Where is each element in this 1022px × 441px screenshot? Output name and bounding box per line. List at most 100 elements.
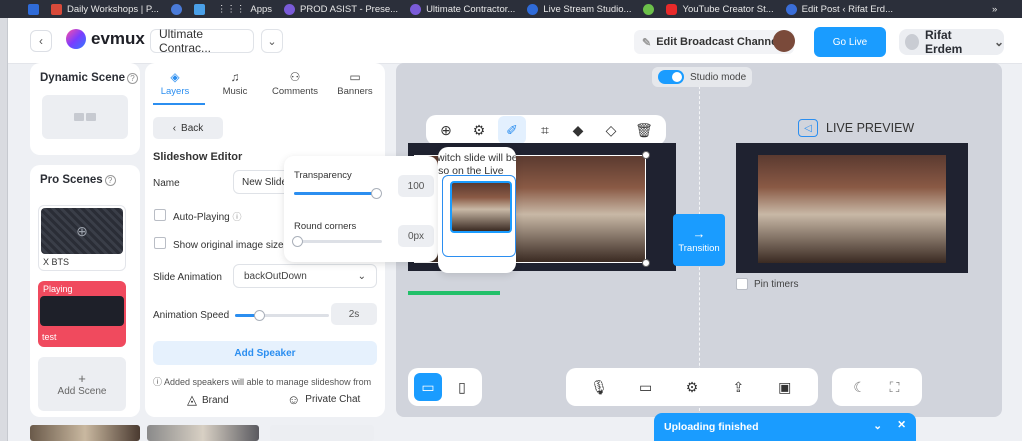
slider-knob[interactable] xyxy=(292,236,303,247)
brush-icon[interactable]: ✐ xyxy=(498,116,526,144)
layer-up-icon[interactable]: ◆ xyxy=(564,116,592,144)
speaker-note: ⓘ Added speakers will able to manage sli… xyxy=(153,377,372,387)
tab-comments[interactable]: ⚇ Comments xyxy=(265,63,325,103)
settings-icon[interactable]: ⚙ xyxy=(678,373,706,401)
camera-icon[interactable]: ▭ xyxy=(632,373,660,401)
animation-speed-label: Animation Speed xyxy=(153,310,230,321)
show-original-size-checkbox[interactable] xyxy=(154,237,166,249)
speaker-icon[interactable]: ◁ xyxy=(798,119,818,137)
moon-icon[interactable]: ☾ xyxy=(846,373,874,401)
bookmarks-bar: Daily Workshops | P... ⋮⋮⋮ Apps PROD ASIS… xyxy=(0,0,1022,18)
media-thumbnail[interactable] xyxy=(147,425,259,441)
private-chat-button[interactable]: ☺ Private Chat xyxy=(287,392,360,407)
pin-timers-checkbox[interactable] xyxy=(736,278,748,290)
auto-playing-label: Auto-Playing ⓘ xyxy=(173,212,242,223)
arrow-right-icon: → xyxy=(692,226,706,241)
tooltip-thumb-frame xyxy=(442,175,516,257)
dynamic-scene-thumbnail[interactable] xyxy=(42,95,128,139)
back-button[interactable]: ‹ xyxy=(30,30,52,52)
help-icon[interactable]: ? xyxy=(104,175,116,186)
slide-animation-label: Slide Animation xyxy=(153,272,222,283)
media-thumbnail[interactable] xyxy=(30,425,140,441)
close-icon[interactable]: ✕ xyxy=(897,419,906,431)
layer-down-icon[interactable]: ◇ xyxy=(597,116,625,144)
pin-timers-label: Pin timers xyxy=(754,279,799,290)
crop-icon[interactable]: ⌗ xyxy=(531,116,559,144)
slide-animation-select[interactable]: backOutDown ⌄ xyxy=(233,264,377,288)
resize-handle[interactable] xyxy=(642,259,650,267)
round-corners-slider[interactable] xyxy=(292,236,382,247)
brand-button[interactable]: ◬ Brand xyxy=(187,392,229,408)
bookmark-item[interactable] xyxy=(193,3,205,15)
gear-icon[interactable]: ⚙ xyxy=(465,116,493,144)
go-live-button[interactable]: Go Live xyxy=(814,27,886,57)
bookmark-label: Ultimate Contractor... xyxy=(426,3,516,15)
scene-thumbnail-playing[interactable]: Playing test xyxy=(38,281,126,347)
resize-handle[interactable] xyxy=(642,151,650,159)
bookmark-item[interactable] xyxy=(28,3,39,15)
animation-speed-slider[interactable] xyxy=(235,310,329,321)
layer-toolbar: ⊕ ⚙ ✐ ⌗ ◆ ◇ 🗑 xyxy=(426,115,666,145)
media-thumbnail[interactable] xyxy=(270,425,374,441)
slider-knob[interactable] xyxy=(253,310,265,321)
dynamic-scene-card: Dynamic Scene? xyxy=(30,63,140,155)
studio-mode-toggle[interactable] xyxy=(658,70,684,84)
show-original-size-label: Show original image size ⓘ xyxy=(173,238,295,251)
user-name: Rifat Erdem xyxy=(925,28,963,56)
user-menu[interactable]: Rifat Erdem ⌄ xyxy=(899,28,1004,56)
bookmark-item[interactable]: Live Stream Studio... xyxy=(527,3,631,15)
auto-playing-checkbox[interactable] xyxy=(154,209,166,221)
bookmark-item[interactable]: PROD ASIST - Prese... xyxy=(284,3,399,15)
pro-scenes-card: Pro Scenes? ⊕ X BTS Playing test + Add S… xyxy=(30,165,140,417)
bookmark-icon xyxy=(193,3,205,15)
project-dropdown-button[interactable]: ⌄ xyxy=(261,29,283,53)
style-popover: Transparency 100 Round corners 0px xyxy=(284,156,438,262)
bookmark-item[interactable]: Ultimate Contractor... xyxy=(410,3,516,15)
music-icon: ♫ xyxy=(230,69,240,84)
microphone-icon[interactable]: 🎙 xyxy=(585,373,613,401)
pencil-icon: ✎ xyxy=(642,36,652,49)
trash-icon[interactable]: 🗑 xyxy=(630,116,658,144)
bookmark-item[interactable] xyxy=(170,3,182,15)
editor-back-button[interactable]: ‹ Back xyxy=(153,117,223,139)
add-scene-button[interactable]: + Add Scene xyxy=(38,357,126,411)
bookmark-label: PROD ASIST - Prese... xyxy=(300,3,399,15)
edit-broadcast-channels-label: Edit Broadcast Channels xyxy=(656,36,787,48)
help-icon[interactable]: ⓘ xyxy=(232,212,241,222)
animation-speed-value: 2s xyxy=(331,303,377,325)
youtube-icon xyxy=(666,3,678,15)
help-icon[interactable]: ? xyxy=(127,73,139,84)
add-speaker-button[interactable]: Add Speaker xyxy=(153,341,377,365)
scene-thumbnail[interactable]: ⊕ X BTS xyxy=(38,205,126,271)
fullscreen-icon[interactable]: ⛶ xyxy=(881,373,909,401)
transition-button[interactable]: → Transition xyxy=(673,214,725,266)
bookmark-item[interactable]: Edit Post ‹ Rifat Erd... xyxy=(785,3,893,15)
share-screen-icon[interactable]: ⇪ xyxy=(724,373,752,401)
bookmark-icon xyxy=(284,3,296,15)
studio-mode-pill[interactable]: Studio mode xyxy=(652,67,752,87)
toast-text: Uploading finished xyxy=(664,421,759,433)
tab-music[interactable]: ♫ Music xyxy=(205,63,265,103)
channel-avatar[interactable] xyxy=(773,30,795,52)
tab-layers[interactable]: ◈ Layers xyxy=(145,63,205,103)
tab-banners[interactable]: ▭ Banners xyxy=(325,63,385,103)
studio-mode-label: Studio mode xyxy=(690,71,747,83)
edit-broadcast-channels-button[interactable]: ✎ Edit Broadcast Channels xyxy=(634,30,795,54)
bookmark-item[interactable]: YouTube Creator St... xyxy=(666,3,774,15)
bookmark-item[interactable]: ⋮⋮⋮ Apps xyxy=(217,4,272,15)
bookmark-item[interactable] xyxy=(643,3,655,15)
desktop-icon[interactable]: ▭ xyxy=(414,373,442,401)
bookmarks-more[interactable]: » xyxy=(992,4,997,15)
chevron-down-icon[interactable]: ⌄ xyxy=(873,420,882,432)
round-corners-label: Round corners xyxy=(294,221,357,232)
transparency-slider[interactable] xyxy=(294,188,382,199)
target-icon[interactable]: ⊕ xyxy=(432,116,460,144)
brand-icon: ◬ xyxy=(187,392,197,407)
comments-icon: ⚇ xyxy=(289,69,301,84)
bookmark-item[interactable]: Daily Workshops | P... xyxy=(51,3,159,15)
project-name[interactable]: Ultimate Contrac... xyxy=(150,27,254,55)
media-icon[interactable]: ▣ xyxy=(771,373,799,401)
slider-knob[interactable] xyxy=(371,188,382,199)
mobile-icon[interactable]: ▯ xyxy=(448,373,476,401)
app: ‹ evmux Ultimate Contrac... ⌄ ✎ Edit Broa… xyxy=(8,18,1022,441)
